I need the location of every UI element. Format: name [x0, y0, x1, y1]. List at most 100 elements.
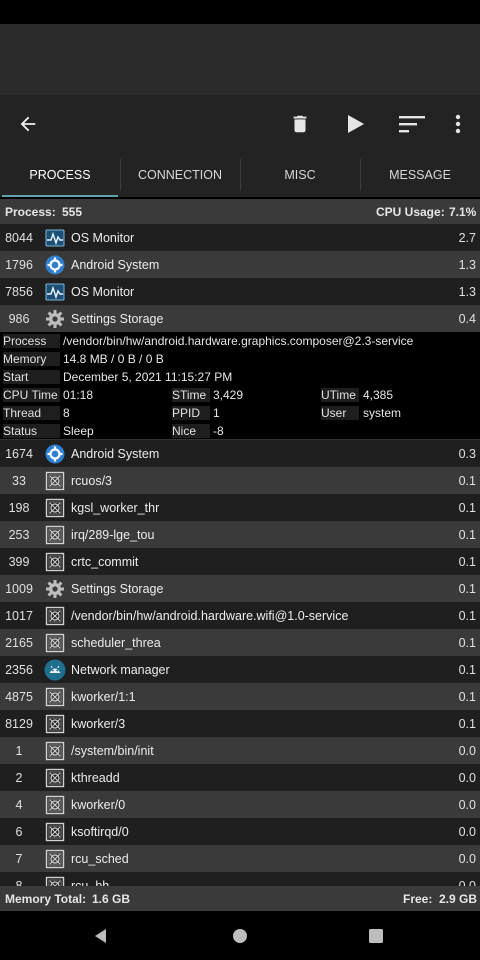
detail-cputime-value: 01:18	[63, 388, 94, 402]
process-row[interactable]: 2 kthreadd 0.0	[0, 764, 480, 791]
tab-message[interactable]: MESSAGE	[360, 153, 480, 197]
kernel-process-icon	[44, 632, 66, 654]
process-name: OS Monitor	[71, 284, 135, 299]
nav-home-icon[interactable]	[215, 911, 265, 960]
process-pid: 2165	[5, 635, 33, 650]
process-pid: 399	[8, 554, 30, 569]
process-name: Android System	[71, 257, 160, 272]
sort-icon[interactable]	[392, 95, 432, 153]
process-cpu: 0.1	[458, 527, 476, 542]
tab-process[interactable]: PROCESS	[0, 153, 120, 197]
detail-thread-label: Thread	[3, 406, 60, 420]
process-row[interactable]: 4 kworker/0 0.0	[0, 791, 480, 818]
tab-bar: PROCESS CONNECTION MISC MESSAGE	[0, 153, 480, 197]
play-icon[interactable]	[335, 95, 375, 153]
detail-utime-value: 4,385	[363, 388, 394, 402]
process-pid: 7856	[5, 284, 33, 299]
process-name: ksoftirqd/0	[71, 824, 129, 839]
kernel-process-icon	[44, 821, 66, 843]
detail-stime-label: STime	[172, 388, 210, 402]
process-name: Settings Storage	[71, 581, 164, 596]
process-row[interactable]: 4875 kworker/1:1 0.1	[0, 683, 480, 710]
process-pid: 7	[15, 851, 23, 866]
process-name: crtc_commit	[71, 554, 139, 569]
process-row[interactable]: 399 crtc_commit 0.1	[0, 548, 480, 575]
network-manager-icon	[44, 659, 66, 681]
nav-back-icon[interactable]	[76, 911, 126, 960]
detail-process-value: /vendor/bin/hw/android.hardware.graphics…	[63, 334, 414, 348]
process-name: OS Monitor	[71, 230, 135, 245]
trash-icon[interactable]	[280, 95, 320, 153]
nav-recents-icon[interactable]	[351, 911, 401, 960]
process-name: rcuos/3	[71, 473, 112, 488]
process-list[interactable]: 8044 OS Monitor 2.7 1796 Android System 1.3 78…	[0, 224, 480, 886]
process-row[interactable]: 1796 Android System 1.3	[0, 251, 480, 278]
detail-cputime-label: CPU Time	[3, 388, 60, 402]
process-row[interactable]: 1/system/bin/init 0.0	[0, 737, 480, 764]
android-system-icon	[44, 443, 66, 465]
kernel-process-icon	[44, 551, 66, 573]
cpu-usage-value: 7.1%	[449, 205, 477, 219]
kernel-process-icon	[44, 524, 66, 546]
process-cpu: 0.0	[458, 851, 476, 866]
process-cpu: 0.1	[458, 500, 476, 515]
process-name: /system/bin/init	[71, 743, 154, 758]
detail-status-label: Status	[3, 424, 60, 438]
memory-total-value: 1.6 GB	[92, 892, 131, 906]
process-row[interactable]: 1009 Settings Storage 0.1	[0, 575, 480, 602]
process-row[interactable]: 986 Settings Storage 0.4	[0, 305, 480, 332]
os-monitor-icon	[44, 227, 66, 249]
process-row[interactable]: 8129 kworker/3 0.1	[0, 710, 480, 737]
process-row[interactable]: 1674 Android System 0.3	[0, 440, 480, 467]
tab-misc[interactable]: MISC	[240, 153, 360, 197]
detail-nice-value: -8	[213, 424, 224, 438]
process-cpu: 0.1	[458, 581, 476, 596]
process-name: kthreadd	[71, 770, 120, 785]
process-name: rcu_sched	[71, 851, 129, 866]
process-row[interactable]: 253 irq/289-lge_tou 0.1	[0, 521, 480, 548]
process-name: Android System	[71, 446, 160, 461]
process-row[interactable]: 8044 OS Monitor 2.7	[0, 224, 480, 251]
process-row[interactable]: 2356 Network manager 0.1	[0, 656, 480, 683]
process-row[interactable]: 8 rcu_bh 0.0	[0, 872, 480, 886]
settings-gear-icon	[44, 308, 66, 330]
process-row[interactable]: 33 rcuos/3 0.1	[0, 467, 480, 494]
process-cpu: 0.1	[458, 716, 476, 731]
process-pid: 33	[12, 473, 26, 488]
more-options-icon[interactable]	[442, 95, 474, 153]
process-row[interactable]: 7 rcu_sched 0.0	[0, 845, 480, 872]
process-cpu: 1.3	[458, 257, 476, 272]
detail-status-value: Sleep	[63, 424, 94, 438]
process-row[interactable]: 198 kgsl_worker_thr 0.1	[0, 494, 480, 521]
process-pid: 4	[15, 797, 23, 812]
system-nav-bar	[0, 911, 480, 960]
kernel-process-icon	[44, 848, 66, 870]
process-row[interactable]: 6 ksoftirqd/0 0.0	[0, 818, 480, 845]
back-arrow-icon[interactable]	[8, 95, 48, 153]
process-cpu: 0.0	[458, 824, 476, 839]
detail-start-label: Start	[3, 370, 60, 384]
settings-gear-icon	[44, 578, 66, 600]
process-pid: 1674	[5, 446, 33, 461]
process-summary-bar: Process: 555 CPU Usage: 7.1%	[0, 199, 480, 224]
process-row[interactable]: 7856 OS Monitor 1.3	[0, 278, 480, 305]
process-pid: 4875	[5, 689, 33, 704]
memory-free-value: 2.9 GB	[439, 892, 478, 906]
process-row[interactable]: 2165 scheduler_threa 0.1	[0, 629, 480, 656]
process-name: scheduler_threa	[71, 635, 161, 650]
toolbar	[0, 95, 480, 153]
process-detail-panel: Process /vendor/bin/hw/android.hardware.…	[0, 332, 480, 440]
process-cpu: 0.1	[458, 473, 476, 488]
process-pid: 8	[15, 878, 23, 887]
process-count-value: 555	[62, 205, 83, 219]
kernel-process-icon	[44, 497, 66, 519]
process-pid: 986	[8, 311, 30, 326]
kernel-process-icon	[44, 713, 66, 735]
memory-summary-bar: Memory Total: 1.6 GB Free: 2.9 GB	[0, 886, 480, 911]
process-cpu: 0.1	[458, 662, 476, 677]
process-row[interactable]: 1017/vendor/bin/hw/android.hardware.wifi…	[0, 602, 480, 629]
process-name: irq/289-lge_tou	[71, 527, 155, 542]
process-name: kworker/3	[71, 716, 126, 731]
tab-connection[interactable]: CONNECTION	[120, 153, 240, 197]
detail-user-label: User	[321, 406, 359, 420]
